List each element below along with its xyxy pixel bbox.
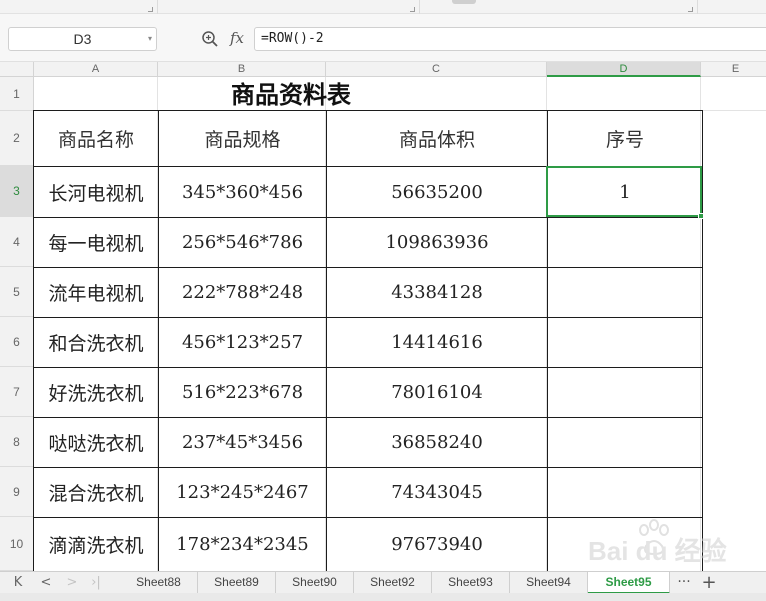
add-sheet-icon[interactable]: + bbox=[698, 572, 720, 594]
cell-index[interactable] bbox=[547, 467, 703, 518]
header-cell-index[interactable]: 序号 bbox=[547, 110, 703, 167]
dropdown-icon[interactable]: ▾ bbox=[148, 28, 152, 50]
fx-icon[interactable]: fx bbox=[230, 29, 244, 47]
header-cell-name[interactable]: 商品名称 bbox=[33, 110, 159, 167]
select-all-corner[interactable] bbox=[0, 62, 34, 77]
cell-product-spec[interactable]: 345*360*456 bbox=[158, 166, 327, 218]
expand-corner-icon[interactable] bbox=[410, 7, 415, 12]
last-sheet-button[interactable]: ›| bbox=[84, 572, 108, 594]
row-header-3[interactable]: 3 bbox=[0, 166, 34, 217]
header-cell-spec[interactable]: 商品规格 bbox=[158, 110, 327, 167]
fill-handle[interactable] bbox=[698, 213, 704, 219]
zoom-icon[interactable] bbox=[201, 30, 219, 48]
table-header-row: 商品名称 商品规格 商品体积 序号 bbox=[33, 110, 703, 167]
cell-product-name[interactable]: 流年电视机 bbox=[33, 267, 159, 318]
toolbar-segment bbox=[0, 0, 158, 14]
row-header-2[interactable]: 2 bbox=[0, 111, 34, 166]
cell-index[interactable] bbox=[547, 267, 703, 318]
cell-index[interactable] bbox=[547, 367, 703, 418]
cell-product-name[interactable]: 滴滴洗衣机 bbox=[33, 517, 159, 572]
cell-product-name[interactable]: 长河电视机 bbox=[33, 166, 159, 218]
cell-product-volume[interactable]: 43384128 bbox=[326, 267, 548, 318]
prev-sheet-button[interactable]: < bbox=[34, 572, 58, 594]
ribbon-grip-handle[interactable] bbox=[452, 0, 476, 4]
toolbar-segment bbox=[158, 0, 420, 14]
column-header-row: A B C D E bbox=[0, 62, 766, 77]
cell-product-name[interactable]: 和合洗衣机 bbox=[33, 317, 159, 368]
cell-product-name[interactable]: 每一电视机 bbox=[33, 217, 159, 268]
cell-product-spec[interactable]: 456*123*257 bbox=[158, 317, 327, 368]
table-row: 长河电视机 345*360*456 56635200 1 bbox=[33, 166, 703, 218]
cell-product-name[interactable]: 哒哒洗衣机 bbox=[33, 417, 159, 468]
sheet-tab-sheet94[interactable]: Sheet94 bbox=[510, 572, 588, 594]
cell-product-spec[interactable]: 256*546*786 bbox=[158, 217, 327, 268]
sheet-tab-bar: K < > ›| Sheet88 Sheet89 Sheet90 Sheet92… bbox=[0, 571, 766, 594]
sheet-tab-sheet88[interactable]: Sheet88 bbox=[120, 572, 198, 594]
table-row: 每一电视机 256*546*786 109863936 bbox=[33, 217, 703, 268]
name-box[interactable]: D3 ▾ bbox=[8, 27, 157, 51]
name-box-value: D3 bbox=[73, 31, 92, 47]
row-header-10[interactable]: 10 bbox=[0, 517, 34, 571]
cell-index[interactable]: 1 bbox=[547, 166, 703, 218]
table-row: 混合洗衣机 123*245*2467 74343045 bbox=[33, 467, 703, 518]
baidu-watermark-logo: Bai du 经验 bbox=[588, 519, 727, 566]
sheet-title[interactable]: 商品资料表 bbox=[158, 77, 424, 111]
cell-product-spec[interactable]: 222*788*248 bbox=[158, 267, 327, 318]
expand-corner-icon[interactable] bbox=[148, 7, 153, 12]
row-header-1[interactable]: 1 bbox=[0, 77, 34, 111]
status-bar bbox=[0, 593, 766, 601]
row-header-6[interactable]: 6 bbox=[0, 317, 34, 367]
cell-product-spec[interactable]: 237*45*3456 bbox=[158, 417, 327, 468]
next-sheet-button[interactable]: > bbox=[60, 572, 84, 594]
sheet-tab-sheet92[interactable]: Sheet92 bbox=[354, 572, 432, 594]
cell-product-spec[interactable]: 178*234*2345 bbox=[158, 517, 327, 572]
row-header-7[interactable]: 7 bbox=[0, 367, 34, 417]
cell-index[interactable] bbox=[547, 217, 703, 268]
header-cell-volume[interactable]: 商品体积 bbox=[326, 110, 548, 167]
cell-index[interactable] bbox=[547, 317, 703, 368]
first-sheet-button[interactable]: K bbox=[6, 572, 30, 594]
toolbar-strip bbox=[0, 0, 766, 14]
table-row: 流年电视机 222*788*248 43384128 bbox=[33, 267, 703, 318]
cell-product-name[interactable]: 混合洗衣机 bbox=[33, 467, 159, 518]
column-header-a[interactable]: A bbox=[34, 62, 158, 77]
table-row: 哒哒洗衣机 237*45*3456 36858240 bbox=[33, 417, 703, 468]
column-header-d[interactable]: D bbox=[547, 62, 701, 77]
sheet-tab-sheet93[interactable]: Sheet93 bbox=[432, 572, 510, 594]
sheet-tab-sheet90[interactable]: Sheet90 bbox=[276, 572, 354, 594]
cell-product-name[interactable]: 好洗洗衣机 bbox=[33, 367, 159, 418]
cell-product-volume[interactable]: 14414616 bbox=[326, 317, 548, 368]
cell-product-volume[interactable]: 97673940 bbox=[326, 517, 548, 572]
cell-product-volume[interactable]: 74343045 bbox=[326, 467, 548, 518]
column-header-b[interactable]: B bbox=[158, 62, 326, 77]
cell-product-volume[interactable]: 78016104 bbox=[326, 367, 548, 418]
more-tabs-icon[interactable]: ··· bbox=[674, 572, 694, 594]
formula-input[interactable]: =ROW()-2 bbox=[254, 27, 766, 51]
table-row: 和合洗衣机 456*123*257 14414616 bbox=[33, 317, 703, 368]
column-header-e[interactable]: E bbox=[701, 62, 766, 77]
sheet-tab-sheet89[interactable]: Sheet89 bbox=[198, 572, 276, 594]
cell-product-volume[interactable]: 109863936 bbox=[326, 217, 548, 268]
watermark-text: Bai du 经验 bbox=[588, 536, 727, 566]
formula-bar: D3 ▾ fx =ROW()-2 bbox=[0, 14, 766, 62]
product-table: 商品名称 商品规格 商品体积 序号 长河电视机 345*360*456 5663… bbox=[33, 110, 703, 572]
cell-product-spec[interactable]: 123*245*2467 bbox=[158, 467, 327, 518]
cell-index[interactable] bbox=[547, 417, 703, 468]
row-header-4[interactable]: 4 bbox=[0, 217, 34, 267]
row-header-9[interactable]: 9 bbox=[0, 467, 34, 517]
cell-product-volume[interactable]: 36858240 bbox=[326, 417, 548, 468]
column-header-c[interactable]: C bbox=[326, 62, 547, 77]
cell-product-spec[interactable]: 516*223*678 bbox=[158, 367, 327, 418]
row-header-5[interactable]: 5 bbox=[0, 267, 34, 317]
sheet-tab-sheet95[interactable]: Sheet95 bbox=[588, 572, 670, 594]
table-row: 好洗洗衣机 516*223*678 78016104 bbox=[33, 367, 703, 418]
cell-product-volume[interactable]: 56635200 bbox=[326, 166, 548, 218]
row-header-8[interactable]: 8 bbox=[0, 417, 34, 467]
expand-corner-icon[interactable] bbox=[688, 7, 693, 12]
